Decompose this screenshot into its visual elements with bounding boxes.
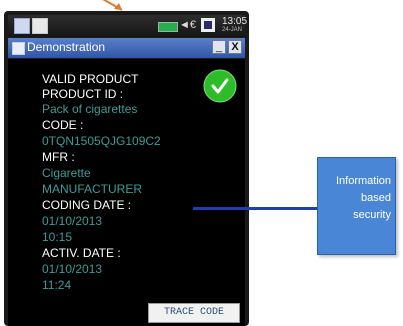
battery-icon: [158, 22, 178, 32]
clock-date: 24-JAN: [222, 27, 243, 33]
window-titlebar: Demonstration _ X: [8, 38, 245, 58]
valid-check-icon: [203, 69, 237, 103]
valid-product-heading: VALID PRODUCT: [42, 72, 139, 86]
mfr-label: MFR :: [42, 150, 75, 164]
coding-time-value: 10:15: [42, 230, 73, 244]
callout-line-2: based: [361, 192, 391, 204]
product-id-label: PRODUCT ID :: [42, 87, 124, 101]
callout-connector-line: [193, 207, 317, 210]
volume-icon[interactable]: ◄€: [179, 19, 196, 31]
callout-line-3: security: [353, 209, 391, 221]
product-id-value: Pack of cigarettes: [42, 102, 138, 116]
window-title: Demonstration: [27, 40, 106, 54]
start-menu-icon[interactable]: [14, 18, 30, 34]
code-value: 0TQN1505QJG109C2: [42, 134, 161, 148]
trace-code-button[interactable]: TRACE CODE: [148, 303, 240, 323]
keyboard-icon[interactable]: [32, 18, 48, 34]
callout-line-1: Information: [335, 175, 391, 187]
code-label: CODE :: [42, 118, 84, 132]
network-icon[interactable]: [201, 18, 215, 32]
clock-time: 13:05: [222, 16, 248, 27]
coding-date-label: CODING DATE :: [42, 198, 132, 212]
mfr-value-2: MANUFACTURER: [42, 182, 143, 196]
app-icon: [12, 42, 25, 55]
activ-date-value: 01/10/2013: [42, 262, 103, 276]
minimize-button[interactable]: _: [212, 40, 226, 54]
mfr-value: Cigarette: [42, 166, 91, 180]
status-bar: ◄€ 13:05 24-JAN: [8, 15, 248, 37]
activ-date-label: ACTIV. DATE :: [42, 246, 121, 260]
device-frame: ◄€ 13:05 24-JAN Demonstration _ X VALID …: [4, 11, 249, 326]
coding-date-value: 01/10/2013: [42, 214, 103, 228]
activ-time-value: 11:24: [42, 278, 72, 292]
close-button[interactable]: X: [228, 40, 242, 54]
info-security-callout: Information based security: [317, 157, 396, 255]
